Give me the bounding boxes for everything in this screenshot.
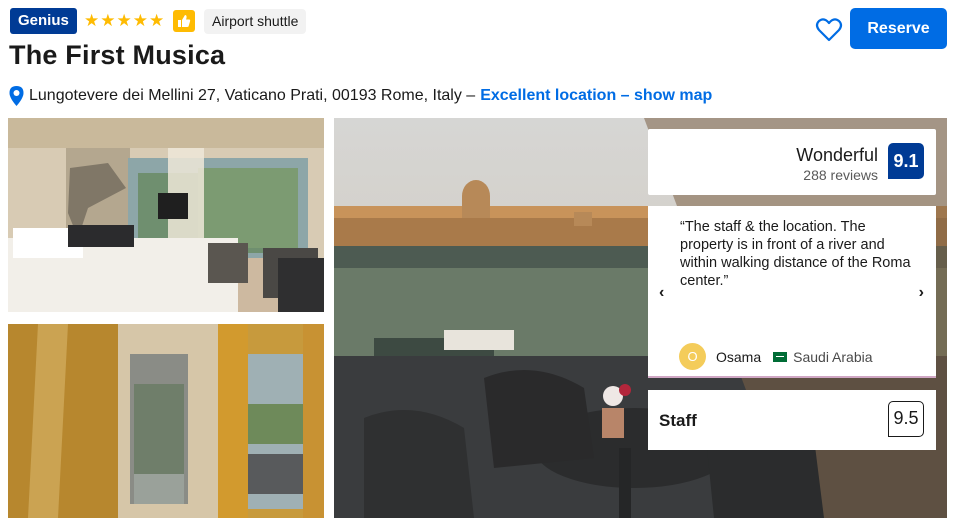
genius-badge: Genius bbox=[10, 8, 77, 34]
chevron-right-icon[interactable]: › bbox=[919, 284, 924, 302]
staff-rating-card: Staff 9.5 bbox=[648, 390, 936, 450]
reviewer-country: Saudi Arabia bbox=[793, 348, 873, 365]
heart-icon[interactable] bbox=[814, 15, 844, 45]
rating-label: Wonderful bbox=[796, 145, 878, 165]
photo-bathroom[interactable] bbox=[8, 324, 324, 518]
address-text: Lungotevere dei Mellini 27, Vaticano Pra… bbox=[29, 87, 476, 104]
rating-score-badge: 9.1 bbox=[888, 143, 924, 179]
show-map-link[interactable]: Excellent location – show map bbox=[480, 87, 712, 105]
reviewer-name: Osama bbox=[716, 348, 762, 365]
chevron-left-icon[interactable]: ‹ bbox=[659, 284, 664, 302]
star-rating: ★ ★ ★ ★ ★ bbox=[84, 11, 164, 31]
guest-review-card: “The staff & the location. The property … bbox=[648, 206, 936, 378]
reserve-button[interactable]: Reserve bbox=[850, 8, 947, 49]
star-icon: ★ bbox=[84, 11, 100, 30]
star-icon: ★ bbox=[100, 11, 116, 30]
overall-rating-card[interactable]: Wonderful 288 reviews 9.1 bbox=[648, 129, 936, 195]
country-flag-icon bbox=[773, 351, 788, 362]
review-quote: “The staff & the location. The property … bbox=[680, 219, 911, 289]
reviewer-info: O Osama Saudi Arabia bbox=[679, 343, 873, 370]
star-icon: ★ bbox=[132, 11, 148, 30]
star-icon: ★ bbox=[116, 11, 132, 30]
address-row: Lungotevere dei Mellini 27, Vaticano Pra… bbox=[8, 84, 712, 108]
photo-bedroom[interactable] bbox=[8, 118, 324, 312]
airport-shuttle-tag: Airport shuttle bbox=[204, 9, 307, 34]
category-score-badge: 9.5 bbox=[888, 401, 924, 437]
avatar: O bbox=[679, 343, 706, 370]
review-count: 288 reviews bbox=[803, 167, 878, 183]
star-icon: ★ bbox=[149, 11, 165, 30]
category-label: Staff bbox=[659, 411, 697, 430]
property-title: The First Musica bbox=[9, 40, 226, 70]
thumbs-up-icon[interactable] bbox=[173, 10, 195, 32]
map-pin-icon bbox=[9, 86, 24, 106]
